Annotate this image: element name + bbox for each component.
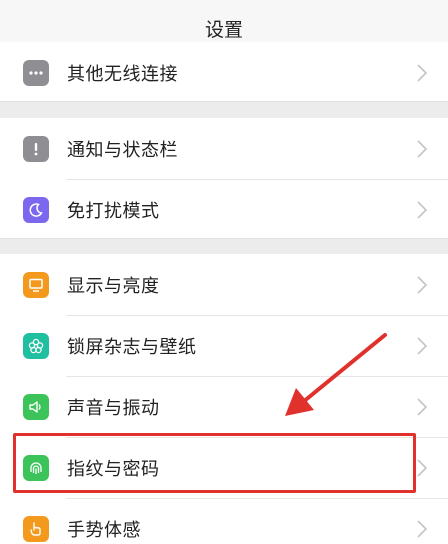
settings-item-label: 手势体感 (67, 519, 141, 541)
hand-gesture-icon (23, 515, 49, 542)
settings-item-label: 声音与振动 (67, 397, 160, 419)
settings-item-gestures[interactable]: 手势体感 (0, 498, 448, 544)
settings-item-fingerprint-password[interactable]: 指纹与密码 (0, 437, 448, 498)
settings-item-notifications[interactable]: 通知与状态栏 (0, 118, 448, 179)
settings-item-label: 指纹与密码 (67, 458, 160, 480)
more-dots-icon (23, 59, 49, 86)
settings-item-other-wireless[interactable]: 其他无线连接 (0, 42, 448, 103)
chevron-right-icon (417, 139, 428, 158)
speaker-icon (23, 393, 49, 420)
settings-item-sound-vibration[interactable]: 声音与振动 (0, 376, 448, 437)
group-divider (0, 101, 448, 119)
chevron-right-icon (417, 63, 428, 82)
settings-group-display: 显示与亮度 锁屏杂志与壁纸 声音与振动 指纹与密码 手势体感 (0, 254, 448, 544)
page-title: 设置 (204, 19, 243, 41)
settings-item-label: 锁屏杂志与壁纸 (67, 336, 197, 358)
chevron-right-icon (417, 275, 428, 294)
moon-icon (23, 196, 49, 223)
settings-item-do-not-disturb[interactable]: 免打扰模式 (0, 179, 448, 240)
settings-item-label: 免打扰模式 (67, 200, 160, 222)
settings-group-notifications: 通知与状态栏 免打扰模式 (0, 118, 448, 240)
fingerprint-icon (23, 454, 49, 481)
chevron-right-icon (417, 200, 428, 219)
settings-item-lockscreen-wallpaper[interactable]: 锁屏杂志与壁纸 (0, 315, 448, 376)
settings-group-connections: 其他无线连接 (0, 42, 448, 103)
settings-item-label: 显示与亮度 (67, 275, 160, 297)
flower-icon (23, 332, 49, 359)
chevron-right-icon (417, 458, 428, 477)
settings-item-label: 通知与状态栏 (67, 139, 178, 161)
notification-exclamation-icon (23, 135, 49, 162)
settings-item-label: 其他无线连接 (67, 63, 178, 85)
settings-item-display-brightness[interactable]: 显示与亮度 (0, 254, 448, 315)
chevron-right-icon (417, 336, 428, 355)
chevron-right-icon (417, 519, 428, 538)
chevron-right-icon (417, 397, 428, 416)
monitor-icon (23, 271, 49, 298)
